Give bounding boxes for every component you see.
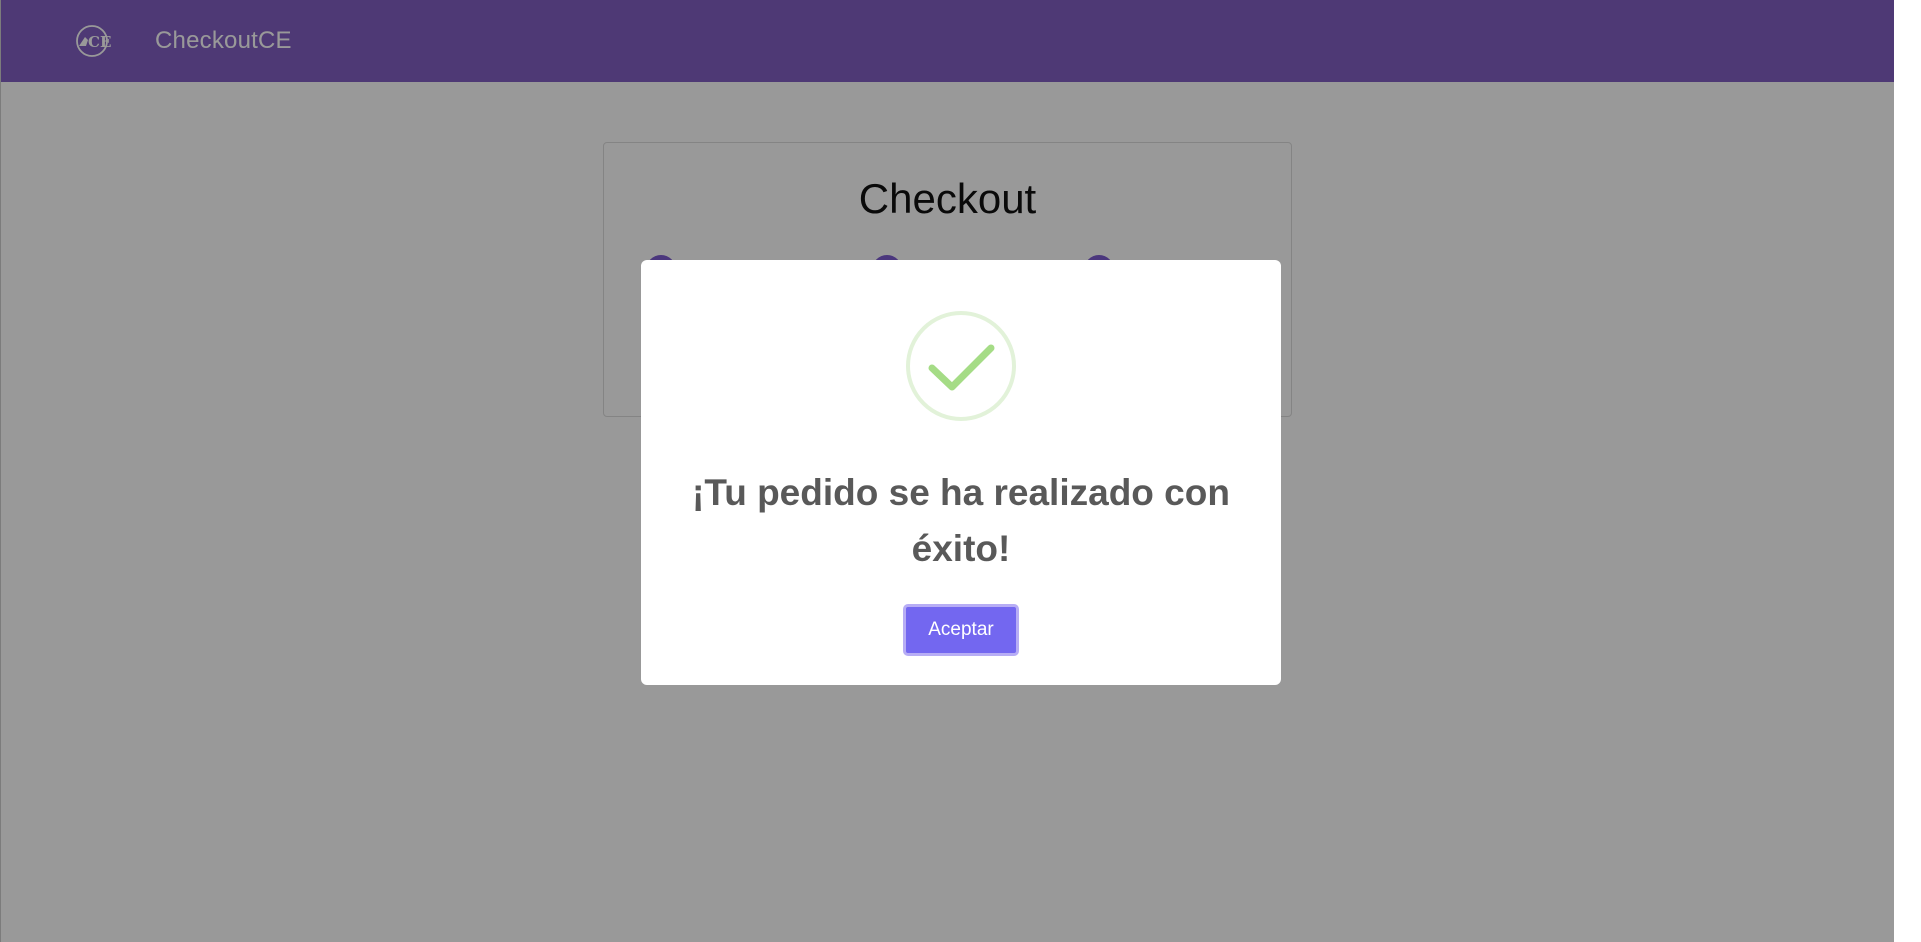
success-modal: ¡Tu pedido se ha realizado con éxito! Ac… — [641, 260, 1281, 685]
modal-title: ¡Tu pedido se ha realizado con éxito! — [692, 472, 1230, 569]
success-check-icon — [906, 311, 1016, 421]
accept-button[interactable]: Aceptar — [903, 604, 1019, 656]
scrollbar-track[interactable] — [1894, 0, 1921, 942]
